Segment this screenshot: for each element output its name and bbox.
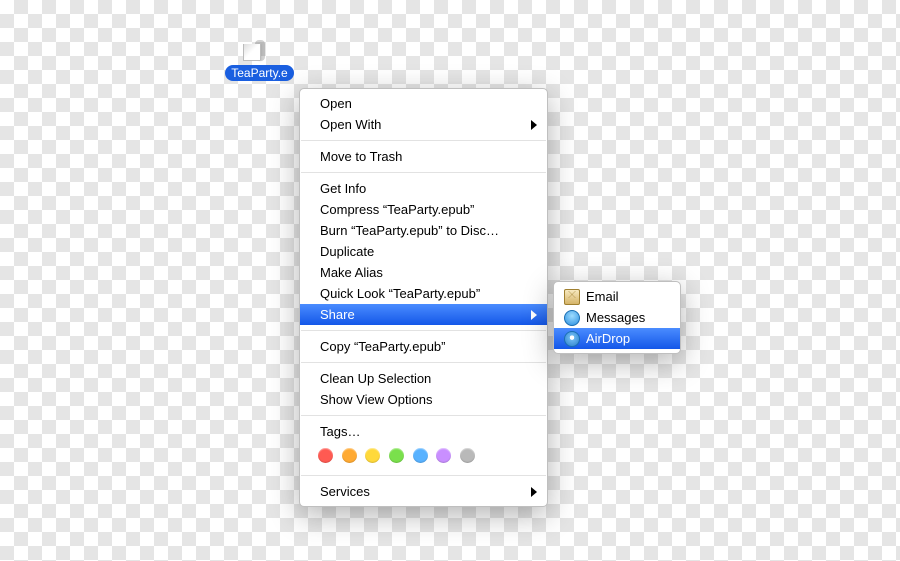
file-label: TeaParty.e: [225, 65, 293, 81]
menu-copy-label: Copy “TeaParty.epub”: [320, 339, 446, 354]
tag-color-row: [300, 442, 547, 470]
share-messages-label: Messages: [586, 309, 645, 326]
menu-separator: [301, 475, 546, 476]
menu-get-info-label: Get Info: [320, 181, 366, 196]
menu-share-label: Share: [320, 307, 355, 322]
tag-dot-gray[interactable]: [460, 448, 475, 463]
menu-burn-label: Burn “TeaParty.epub” to Disc…: [320, 223, 499, 238]
menu-view-options-label: Show View Options: [320, 392, 433, 407]
menu-duplicate-label: Duplicate: [320, 244, 374, 259]
menu-separator: [301, 362, 546, 363]
context-menu: Open Open With Move to Trash Get Info Co…: [299, 88, 548, 507]
menu-duplicate[interactable]: Duplicate: [300, 241, 547, 262]
file-item[interactable]: TeaParty.e: [217, 40, 302, 84]
file-selection-highlight: [255, 40, 265, 61]
tag-dot-blue[interactable]: [413, 448, 428, 463]
submenu-arrow-icon: [531, 487, 537, 497]
menu-separator: [301, 415, 546, 416]
tag-dot-red[interactable]: [318, 448, 333, 463]
share-airdrop[interactable]: AirDrop: [554, 328, 680, 349]
menu-share[interactable]: Share: [300, 304, 547, 325]
menu-separator: [301, 140, 546, 141]
share-email[interactable]: Email: [554, 286, 680, 307]
menu-burn[interactable]: Burn “TeaParty.epub” to Disc…: [300, 220, 547, 241]
menu-move-to-trash-label: Move to Trash: [320, 149, 402, 164]
menu-get-info[interactable]: Get Info: [300, 178, 547, 199]
menu-open-with[interactable]: Open With: [300, 114, 547, 135]
menu-open-label: Open: [320, 96, 352, 111]
menu-quick-look[interactable]: Quick Look “TeaParty.epub”: [300, 283, 547, 304]
menu-open-with-label: Open With: [320, 117, 381, 132]
share-airdrop-label: AirDrop: [586, 330, 630, 347]
tag-dot-yellow[interactable]: [365, 448, 380, 463]
tag-dot-green[interactable]: [389, 448, 404, 463]
share-submenu: Email Messages AirDrop: [553, 281, 681, 354]
messages-icon: [564, 310, 580, 326]
menu-tags-label: Tags…: [320, 424, 360, 439]
menu-services-label: Services: [320, 484, 370, 499]
menu-open[interactable]: Open: [300, 93, 547, 114]
document-icon: [259, 43, 261, 60]
menu-clean-up[interactable]: Clean Up Selection: [300, 368, 547, 389]
share-messages[interactable]: Messages: [554, 307, 680, 328]
submenu-arrow-icon: [531, 120, 537, 130]
share-email-label: Email: [586, 288, 619, 305]
menu-compress-label: Compress “TeaParty.epub”: [320, 202, 474, 217]
tag-dot-purple[interactable]: [436, 448, 451, 463]
menu-view-options[interactable]: Show View Options: [300, 389, 547, 410]
submenu-arrow-icon: [531, 310, 537, 320]
menu-compress[interactable]: Compress “TeaParty.epub”: [300, 199, 547, 220]
menu-make-alias-label: Make Alias: [320, 265, 383, 280]
menu-separator: [301, 172, 546, 173]
menu-clean-up-label: Clean Up Selection: [320, 371, 431, 386]
menu-make-alias[interactable]: Make Alias: [300, 262, 547, 283]
menu-separator: [301, 330, 546, 331]
menu-move-to-trash[interactable]: Move to Trash: [300, 146, 547, 167]
email-icon: [564, 289, 580, 305]
airdrop-icon: [564, 331, 580, 347]
menu-services[interactable]: Services: [300, 481, 547, 502]
tag-dot-orange[interactable]: [342, 448, 357, 463]
menu-copy[interactable]: Copy “TeaParty.epub”: [300, 336, 547, 357]
menu-quick-look-label: Quick Look “TeaParty.epub”: [320, 286, 480, 301]
menu-tags[interactable]: Tags…: [300, 421, 547, 442]
